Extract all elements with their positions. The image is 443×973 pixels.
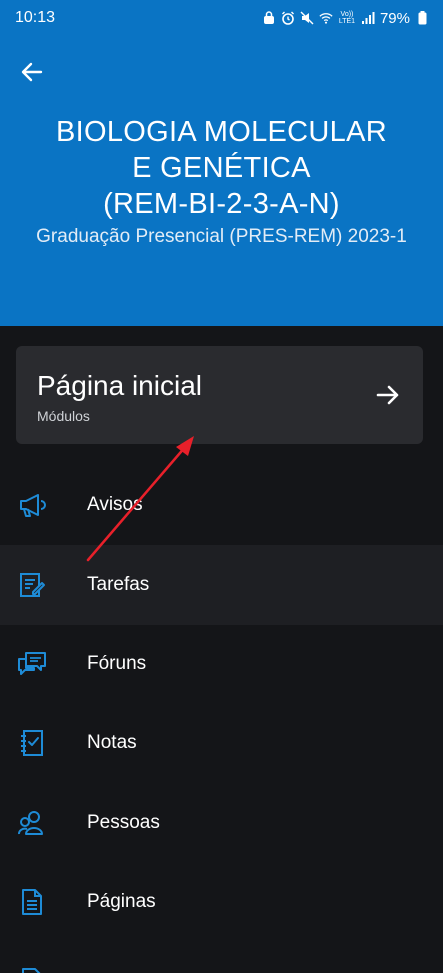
course-title-line: E GENÉTICA	[132, 152, 311, 184]
grades-icon	[17, 728, 47, 758]
menu-item-label: Tarefas	[87, 574, 150, 595]
course-subtitle: Graduação Presencial (PRES-REM) 2023-1	[36, 226, 407, 247]
megaphone-icon	[17, 490, 47, 520]
course-header: BIOLOGIA MOLECULAR E GENÉTICA (REM-BI-2-…	[0, 36, 443, 326]
alarm-icon	[281, 11, 295, 25]
pages-icon	[17, 887, 47, 917]
home-page-card[interactable]: Página inicial Módulos	[16, 346, 423, 444]
menu-item-foruns[interactable]: Fóruns	[0, 624, 443, 704]
menu-item-label: Notas	[87, 732, 137, 753]
status-bar: 10:13 Vo)) LTE1 79%	[0, 0, 443, 36]
arrow-left-icon	[21, 62, 43, 82]
status-icons: Vo)) LTE1 79%	[262, 10, 429, 27]
signal-icon	[361, 11, 375, 25]
battery-icon	[415, 11, 429, 25]
wifi-icon	[319, 11, 333, 25]
back-button[interactable]	[14, 56, 50, 88]
course-title: BIOLOGIA MOLECULAR E GENÉTICA (REM-BI-2-…	[20, 114, 423, 222]
status-time: 10:13	[15, 9, 56, 26]
menu-item-label: Páginas	[87, 891, 156, 912]
menu-item-next[interactable]	[0, 942, 443, 973]
forum-icon	[17, 649, 47, 679]
menu-item-pessoas[interactable]: Pessoas	[0, 783, 443, 863]
menu-item-label: Pessoas	[87, 812, 160, 833]
menu-item-avisos[interactable]: Avisos	[0, 465, 443, 545]
menu-item-notas[interactable]: Notas	[0, 703, 443, 783]
people-icon	[17, 808, 47, 838]
assignment-icon	[17, 570, 47, 600]
arrow-right-icon	[376, 385, 399, 405]
menu-item-paginas[interactable]: Páginas	[0, 862, 443, 942]
document-icon	[17, 966, 47, 973]
home-page-title: Página inicial	[37, 370, 202, 401]
menu-item-tarefas[interactable]: Tarefas	[0, 545, 443, 625]
volte-label: Vo)) LTE1	[338, 11, 356, 25]
home-page-subtitle: Módulos	[37, 408, 90, 424]
menu-item-label: Fóruns	[87, 653, 147, 674]
course-title-line: BIOLOGIA MOLECULAR	[56, 116, 387, 148]
menu-item-label: Avisos	[87, 494, 143, 515]
lock-app-icon	[262, 11, 276, 25]
course-title-line: (REM-BI-2-3-A-N)	[103, 188, 340, 220]
mute-icon	[300, 11, 314, 25]
battery-percent: 79%	[379, 9, 410, 27]
